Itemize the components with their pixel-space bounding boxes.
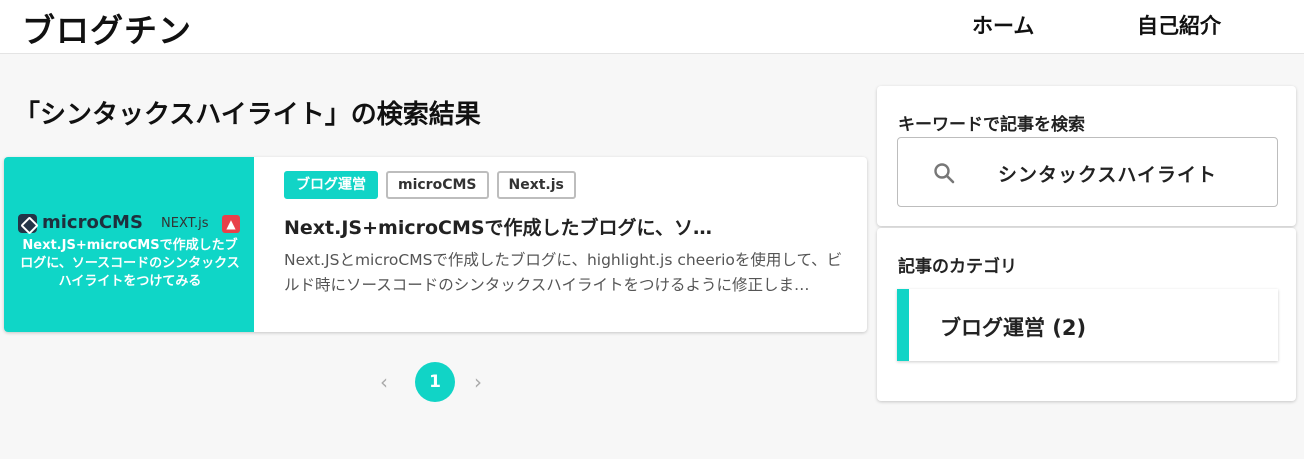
search-icon[interactable] <box>932 161 956 185</box>
category-item-blog-management[interactable]: ブログ運営 (2) <box>897 289 1278 361</box>
warning-triangle-icon: ▲ <box>222 215 240 233</box>
page-title: 「シンタックスハイライト」の検索結果 <box>14 100 481 130</box>
tag-microcms[interactable]: microCMS <box>386 171 489 199</box>
post-excerpt: Next.JSとmicroCMSで作成したブログに、highlight.js c… <box>284 251 843 294</box>
microcms-logo-icon <box>18 214 37 233</box>
pagination-prev-chevron-icon[interactable]: ‹ <box>380 370 388 394</box>
category-item-label: ブログ運営 (2) <box>940 316 1087 340</box>
search-panel: キーワードで記事を検索 <box>877 86 1296 226</box>
category-panel-title: 記事のカテゴリ <box>898 257 1017 277</box>
post-title[interactable]: Next.JS+microCMSで作成したブログに、ソ… <box>284 213 844 240</box>
nav-home[interactable]: ホーム <box>972 10 1034 40</box>
tag-blog-management[interactable]: ブログ運営 <box>284 171 378 199</box>
post-card[interactable]: microCMS NEXT.js ▲ Next.JS+microCMSで作成した… <box>4 157 867 332</box>
search-panel-title: キーワードで記事を検索 <box>898 115 1085 135</box>
tag-nextjs[interactable]: Next.js <box>496 171 576 199</box>
site-logo[interactable]: ブログチン <box>22 4 192 52</box>
post-thumbnail[interactable]: microCMS NEXT.js ▲ Next.JS+microCMSで作成した… <box>4 157 254 332</box>
nav-about[interactable]: 自己紹介 <box>1137 10 1221 40</box>
nextjs-logo-text: NEXT.js <box>161 216 209 231</box>
thumbnail-caption: Next.JS+microCMSで作成したブログに、ソースコードのシンタックスハ… <box>20 238 240 289</box>
pagination-page-1[interactable]: 1 <box>415 362 455 402</box>
site-header: ブログチン ホーム 自己紹介 <box>0 0 1304 54</box>
microcms-logo-text: microCMS <box>42 212 143 233</box>
pagination: ‹ 1 › <box>376 362 496 402</box>
pagination-next-chevron-icon[interactable]: › <box>474 370 482 394</box>
search-box[interactable] <box>897 137 1278 207</box>
search-input[interactable] <box>998 154 1268 192</box>
post-tags: ブログ運営 microCMS Next.js <box>284 171 584 199</box>
thumbnail-logos: microCMS NEXT.js ▲ <box>18 212 242 234</box>
category-panel: 記事のカテゴリ ブログ運営 (2) <box>877 228 1296 401</box>
